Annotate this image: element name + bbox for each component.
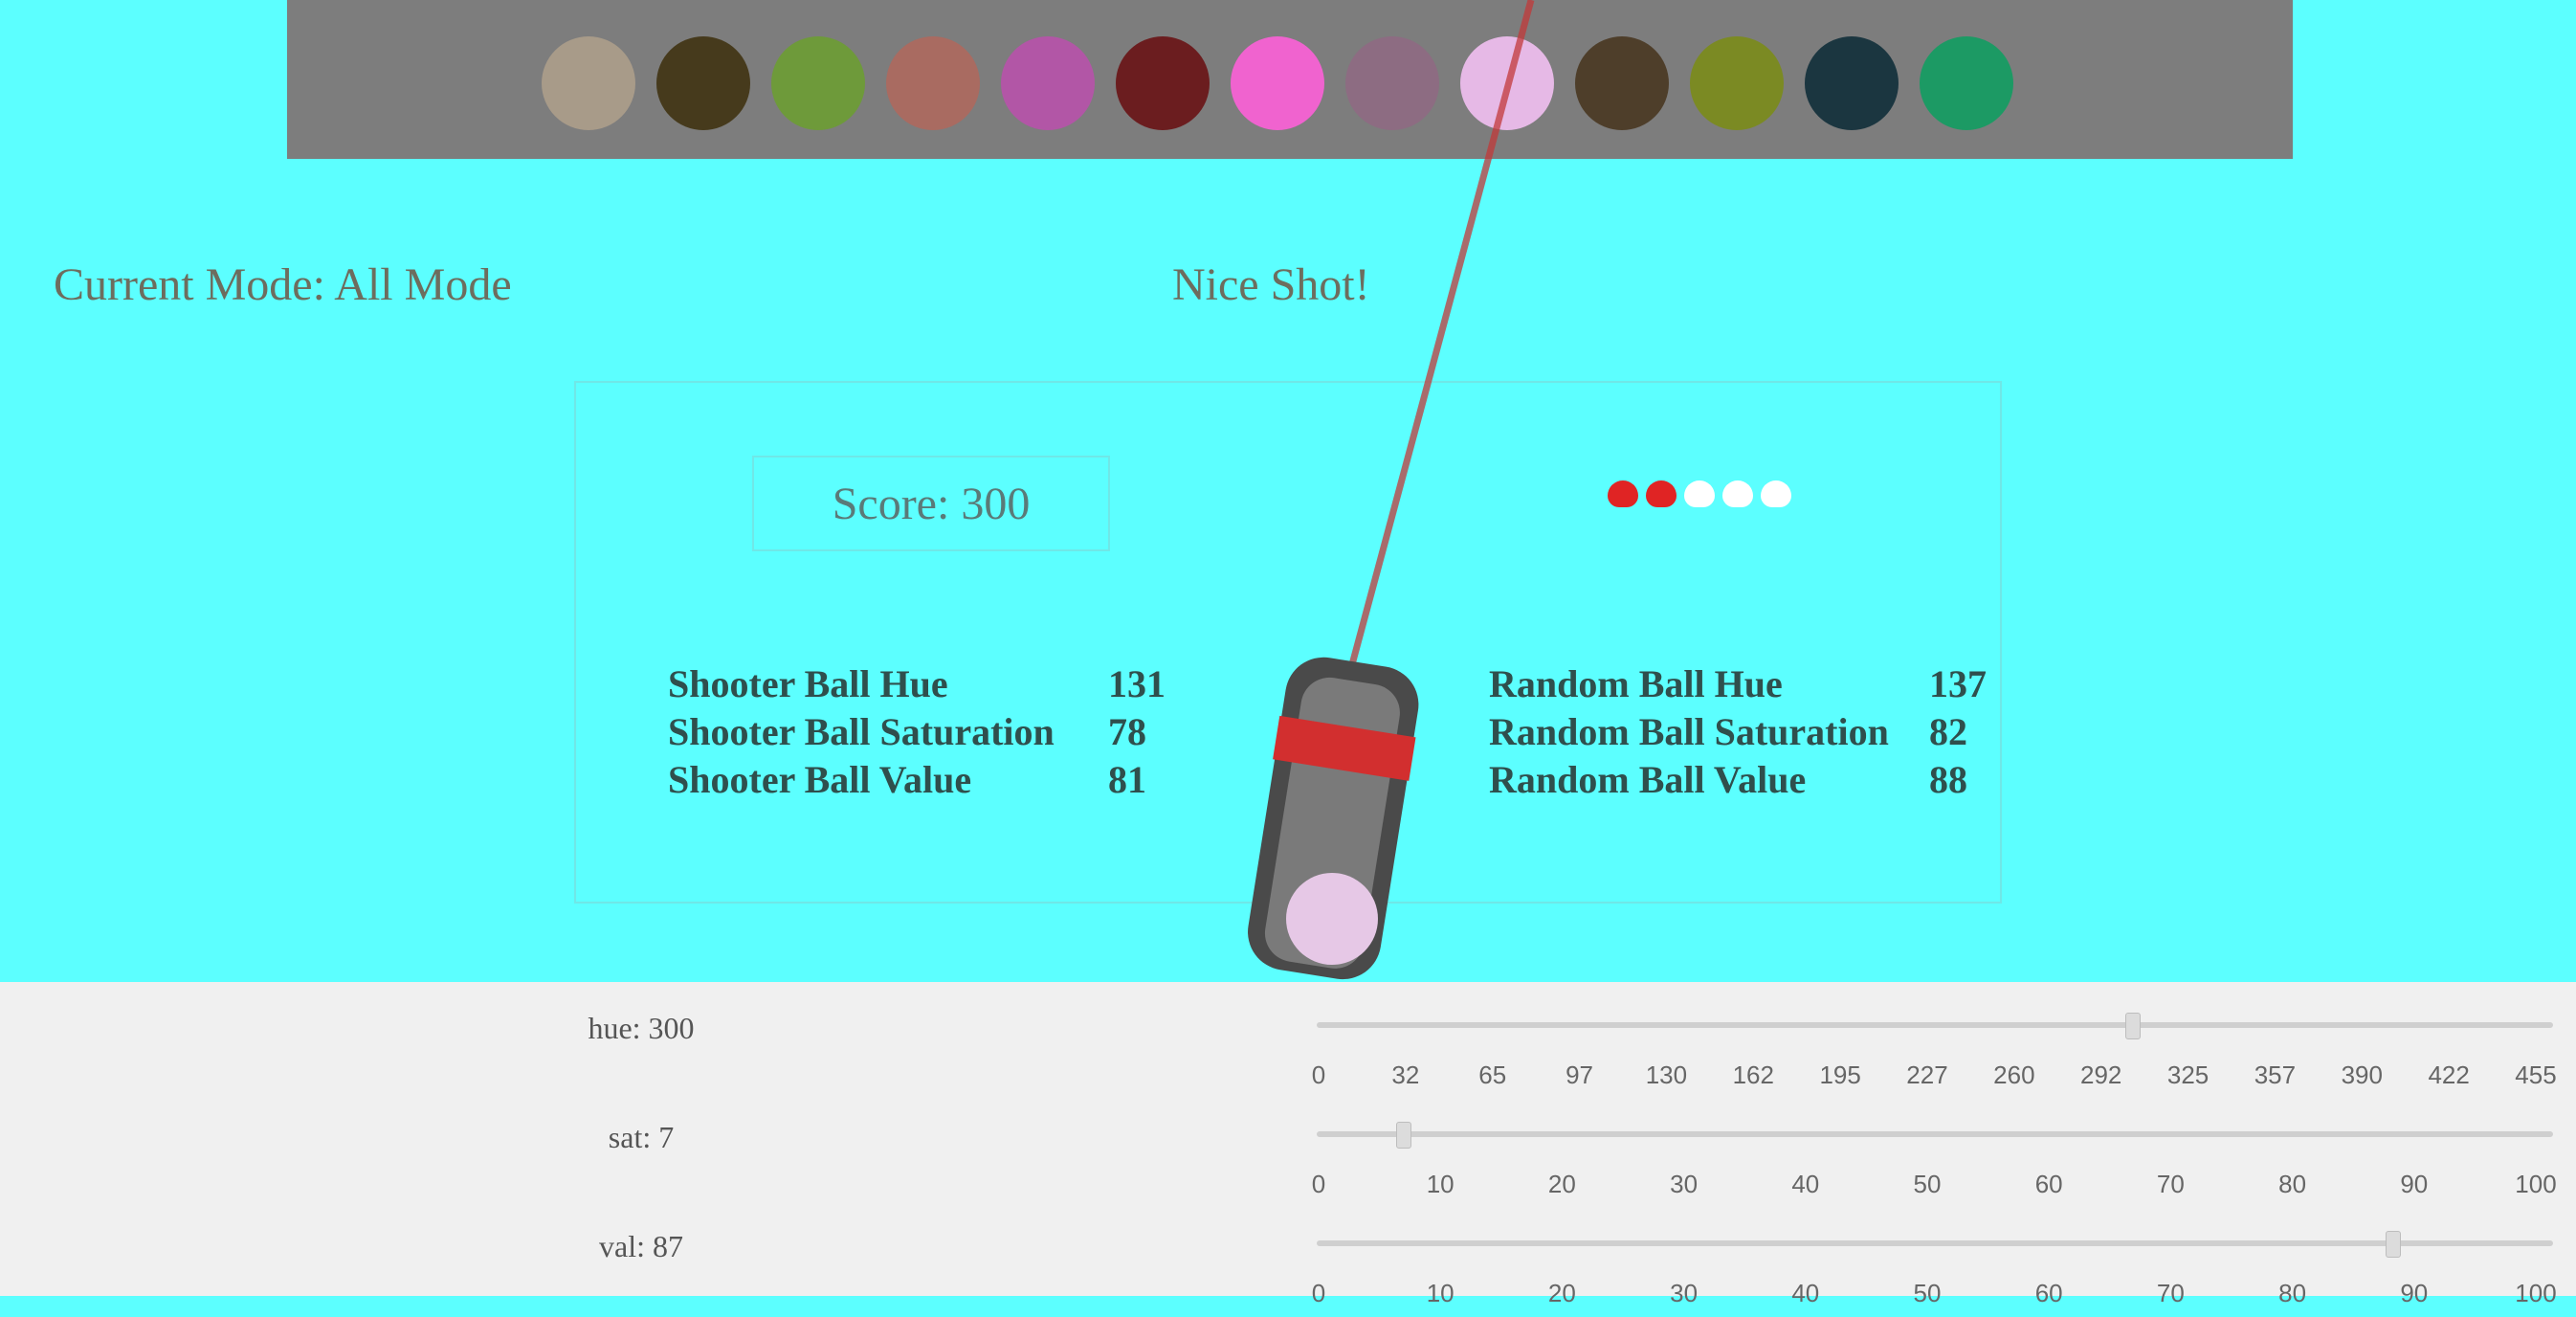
tick-label: 0 (1311, 1060, 1326, 1089)
tick-label: 30 (1670, 1279, 1699, 1307)
tick-label: 70 (2156, 1170, 2185, 1198)
tick-label: 195 (1819, 1060, 1861, 1089)
tick-label: 80 (2278, 1170, 2307, 1198)
controls-panel: hue: 300 0 32 65 97 130 162 195 227 260 292 325 357 3… (0, 982, 2576, 1307)
tick-label: 455 (2515, 1060, 2557, 1089)
tick-label: 90 (2400, 1279, 2429, 1307)
slider-label: hue: 300 (588, 1011, 695, 1045)
tick-label: 70 (2156, 1279, 2185, 1307)
tick-label: 260 (1993, 1060, 2035, 1089)
tick-label: 0 (1311, 1279, 1326, 1307)
tick-label: 10 (1426, 1279, 1455, 1307)
shooter-ball (1286, 873, 1378, 965)
tick-label: 162 (1732, 1060, 1774, 1089)
tick-label: 40 (1791, 1170, 1820, 1198)
slider-track[interactable] (1317, 1013, 2553, 1039)
slider-label: val: 87 (599, 1229, 683, 1263)
tick-label: 20 (1547, 1170, 1576, 1198)
slider-thumb[interactable] (2124, 1013, 2141, 1039)
slider-track[interactable] (1317, 1231, 2553, 1258)
tick-label: 32 (1391, 1060, 1420, 1089)
tick-label: 10 (1426, 1170, 1455, 1198)
tick-label: 60 (2034, 1170, 2063, 1198)
tick-label: 50 (1913, 1279, 1942, 1307)
tick-label: 130 (1645, 1060, 1688, 1089)
tick-label: 97 (1566, 1060, 1594, 1089)
tick-label: 30 (1670, 1170, 1699, 1198)
slider-ticks: 0 32 65 97 130 162 195 227 260 292 325 357 390 422 455 (1312, 1060, 2557, 1099)
tick-label: 20 (1547, 1279, 1576, 1307)
tick-label: 100 (2515, 1170, 2557, 1198)
tick-label: 422 (2428, 1060, 2470, 1089)
aim-line (1347, 0, 1535, 669)
tick-label: 292 (2080, 1060, 2122, 1089)
slider-thumb[interactable] (2386, 1231, 2402, 1258)
tick-label: 80 (2278, 1279, 2307, 1307)
tick-label: 357 (2254, 1060, 2297, 1089)
slider-track[interactable] (1317, 1122, 2553, 1149)
slider-ticks: 0 10 20 30 40 50 60 70 80 90 100 (1312, 1170, 2557, 1208)
tick-label: 100 (2515, 1279, 2557, 1307)
tick-label: 325 (2166, 1060, 2210, 1089)
tick-label: 50 (1913, 1170, 1942, 1198)
tick-label: 0 (1311, 1170, 1326, 1198)
slider-thumb[interactable] (1396, 1122, 1412, 1149)
tick-label: 40 (1791, 1279, 1820, 1307)
tick-label: 90 (2400, 1170, 2429, 1198)
slider-label: sat: 7 (608, 1120, 675, 1154)
tick-label: 65 (1478, 1060, 1507, 1089)
slider-ticks: 0 10 20 30 40 50 60 70 80 90 100 (1312, 1279, 2557, 1317)
tick-label: 60 (2034, 1279, 2063, 1307)
tick-label: 390 (2341, 1060, 2383, 1089)
tick-label: 227 (1906, 1060, 1948, 1089)
